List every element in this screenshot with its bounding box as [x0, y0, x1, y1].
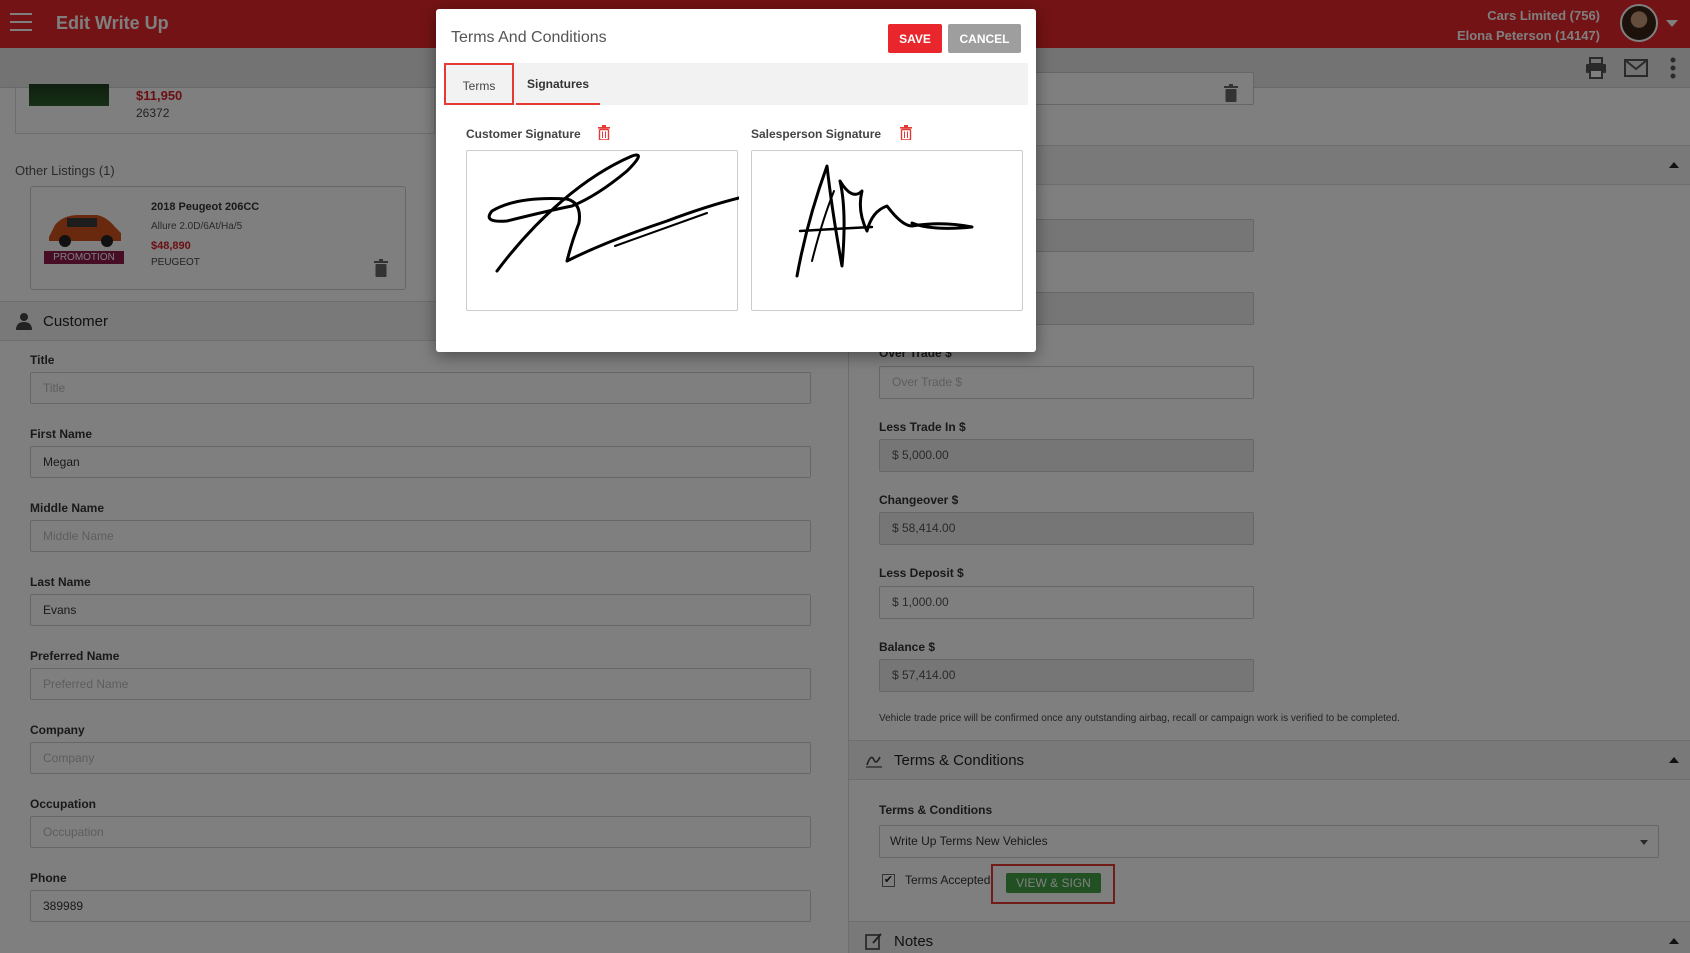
- salesperson-signature-label: Salesperson Signature: [751, 127, 882, 141]
- save-button[interactable]: SAVE: [888, 24, 942, 53]
- customer-signature-label: Customer Signature: [466, 127, 581, 141]
- modal-tabs: Terms Signatures: [444, 63, 1028, 105]
- salesperson-signature-pad[interactable]: [751, 150, 1023, 311]
- trash-icon[interactable]: [598, 125, 610, 140]
- customer-signature-drawing: [487, 153, 741, 273]
- salesperson-signature-drawing: [795, 164, 974, 278]
- customer-signature-pad[interactable]: [466, 150, 741, 311]
- tab-terms[interactable]: Terms: [444, 63, 514, 105]
- cancel-button[interactable]: CANCEL: [948, 24, 1021, 53]
- tab-signatures[interactable]: Signatures: [516, 63, 600, 105]
- terms-modal: Terms And Conditions SAVE CANCEL Terms S…: [436, 9, 1036, 352]
- modal-title: Terms And Conditions: [451, 29, 607, 46]
- trash-icon[interactable]: [900, 125, 912, 140]
